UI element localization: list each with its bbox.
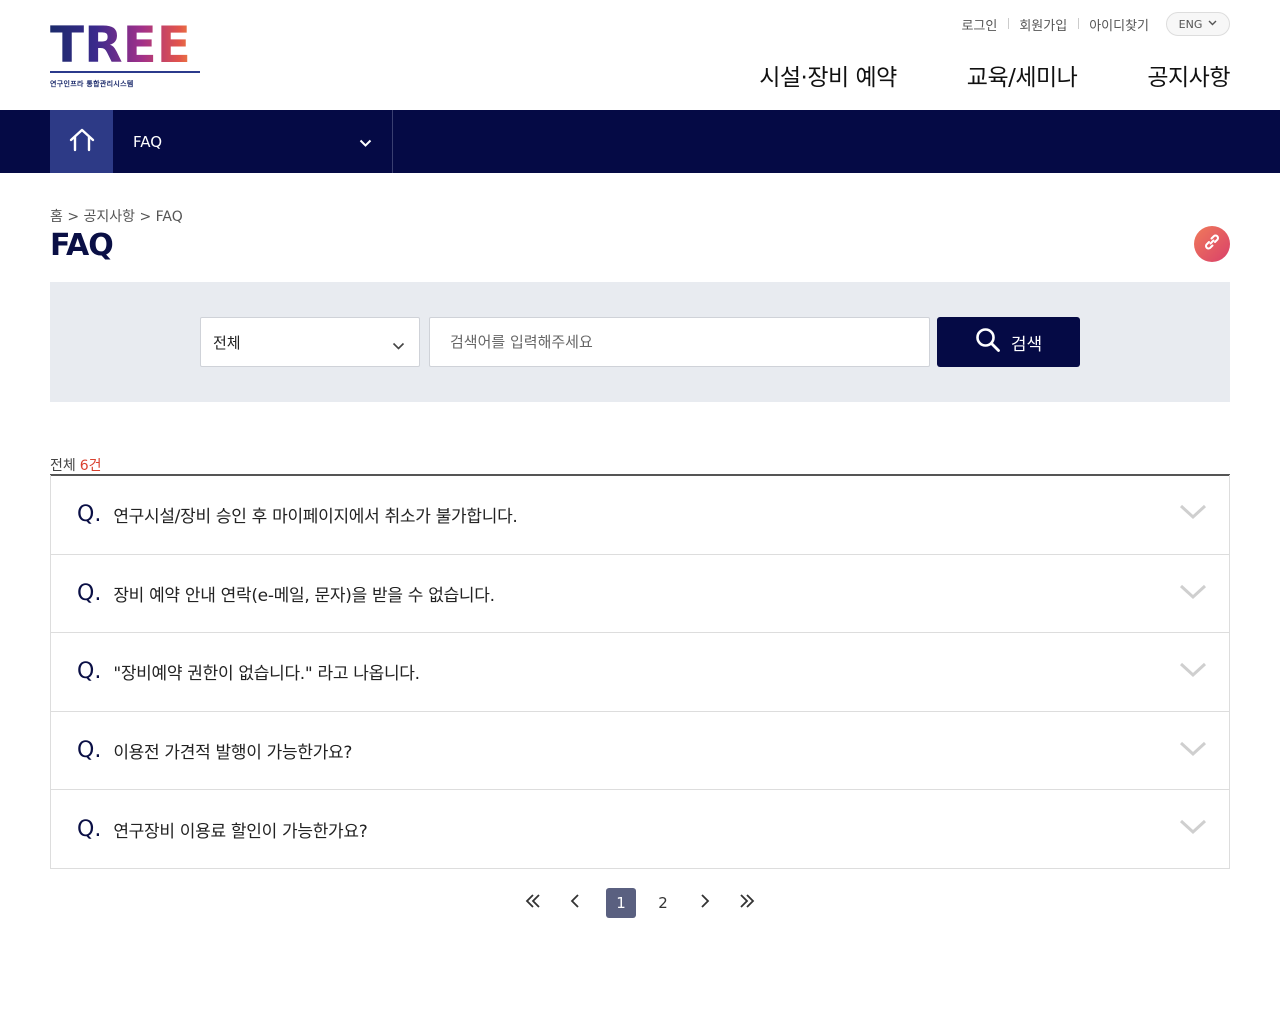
faq-question: "장비예약 권한이 없습니다." 라고 나옵니다. [113,664,420,685]
chevron-down-icon [1179,740,1207,762]
search-icon [975,327,1011,358]
faq-item[interactable]: Q. 연구장비 이용료 할인이 가능한가요? [51,789,1229,868]
gnb-item-reservation[interactable]: 시설·장비 예약 [759,58,897,92]
home-icon [69,128,95,156]
result-count-label: 전체 [50,458,76,474]
section-dropdown-label: FAQ [133,132,163,151]
search-panel: 전체 검색 [50,282,1230,402]
search-input[interactable] [429,317,930,367]
language-selector[interactable]: ENG [1166,12,1230,36]
signup-link[interactable]: 회원가입 [1008,15,1078,34]
find-id-link[interactable]: 아이디찾기 [1078,15,1160,34]
faq-item[interactable]: Q. 이용전 가견적 발행이 가능한가요? [51,710,1229,790]
login-link[interactable]: 로그인 [950,15,1008,34]
faq-question: 연구시설/장비 승인 후 마이페이지에서 취소가 불가합니다. [113,506,518,527]
main-navigation: 시설·장비 예약 교육/세미나 공지사항 [689,58,1230,92]
faq-question: 이용전 가견적 발행이 가능한가요? [113,743,353,764]
category-select-value: 전체 [213,333,241,352]
share-link-button[interactable] [1194,226,1230,262]
double-chevron-right-icon [739,894,755,912]
faq-q-marker: Q. [77,738,102,764]
faq-item[interactable]: Q. "장비예약 권한이 없습니다." 라고 나옵니다. [51,632,1229,711]
chevron-down-icon [359,134,372,152]
faq-q-marker: Q. [77,659,102,685]
search-button[interactable]: 검색 [937,317,1080,367]
section-dropdown[interactable]: FAQ [113,110,393,173]
pagination: 1 2 [0,888,1280,918]
category-select[interactable]: 전체 [200,317,420,367]
page-2-button[interactable]: 2 [648,888,678,918]
faq-item[interactable]: Q. 장비 예약 안내 연락(e-메일, 문자)을 받을 수 없습니다. [51,553,1229,633]
site-logo[interactable]: TREE 연구인프라 통합관리시스템 [50,20,202,92]
gnb-item-notice[interactable]: 공지사항 [1147,58,1230,92]
chevron-down-icon [1179,583,1207,605]
chevron-down-icon [1208,19,1217,29]
faq-q-marker: Q. [77,816,102,842]
search-button-label: 검색 [1010,334,1043,355]
double-chevron-left-icon [525,894,541,912]
chevron-down-icon [1179,661,1207,683]
chevron-right-icon [700,894,710,912]
result-count: 전체 6건 [50,455,102,475]
faq-question: 연구장비 이용료 할인이 가능한가요? [113,821,368,842]
faq-list: Q. 연구시설/장비 승인 후 마이페이지에서 취소가 불가합니다. Q. 장비… [50,475,1230,869]
location-bar: FAQ [0,110,1280,173]
first-page-button[interactable] [518,888,548,918]
site-header: TREE 연구인프라 통합관리시스템 로그인 회원가입 아이디찾기 ENG 시설… [0,0,1280,110]
logo-subtitle: 연구인프라 통합관리시스템 [50,80,134,88]
page-1-button[interactable]: 1 [606,888,636,918]
next-page-button[interactable] [690,888,720,918]
chevron-down-icon [1179,818,1207,840]
chevron-down-icon [392,337,405,355]
chevron-down-icon [1179,503,1207,525]
home-button[interactable] [50,110,113,173]
logo-underline [50,71,200,73]
faq-q-marker: Q. [77,580,102,606]
faq-item[interactable]: Q. 연구시설/장비 승인 후 마이페이지에서 취소가 불가합니다. [51,475,1229,554]
result-count-value: 6건 [79,458,102,474]
language-label: ENG [1178,17,1203,31]
faq-q-marker: Q. [77,501,102,527]
page-title: FAQ [50,228,114,263]
utility-menu: 로그인 회원가입 아이디찾기 ENG [950,12,1230,36]
gnb-item-education[interactable]: 교육/세미나 [967,58,1078,92]
faq-question: 장비 예약 안내 연락(e-메일, 문자)을 받을 수 없습니다. [113,585,495,606]
prev-page-button[interactable] [560,888,590,918]
logo-wordmark: TREE [50,20,202,70]
link-icon [1202,232,1222,256]
last-page-button[interactable] [732,888,762,918]
chevron-left-icon [570,894,580,912]
breadcrumb: 홈 > 공지사항 > FAQ [50,209,183,225]
